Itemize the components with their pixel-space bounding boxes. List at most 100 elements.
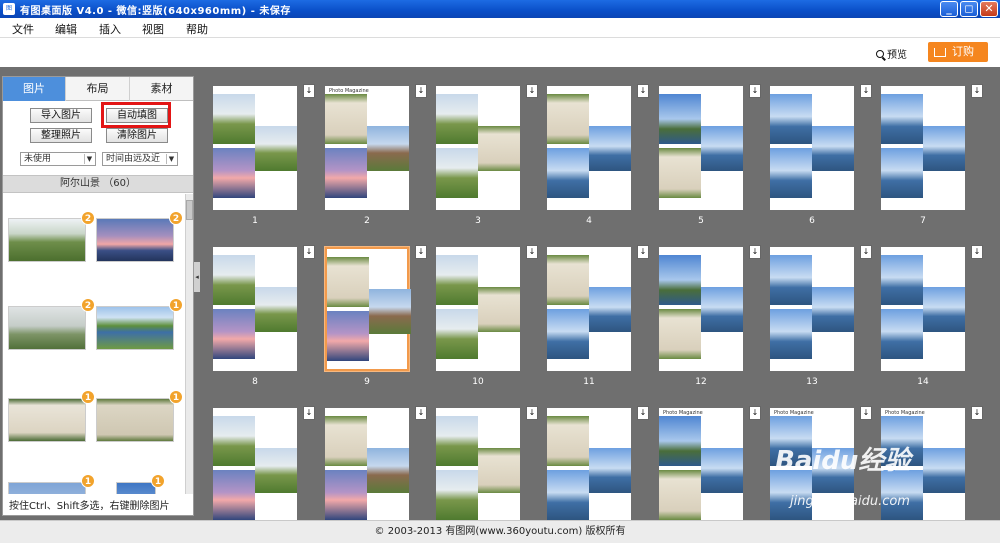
album-header[interactable]: 阿尔山景 （60） (3, 175, 193, 193)
page-thumbnail[interactable] (881, 86, 965, 210)
page-photo (770, 148, 812, 198)
order-button[interactable]: 订购 (928, 42, 988, 62)
page-download-icon[interactable]: ↓ (637, 406, 649, 420)
photo-thumbnail[interactable] (96, 398, 174, 442)
page-download-icon[interactable]: ↓ (637, 245, 649, 259)
page-photo (812, 287, 854, 332)
usage-badge: 1 (81, 390, 95, 404)
page-number: 4 (586, 216, 592, 226)
menu-edit[interactable]: 编辑 (55, 21, 77, 37)
page-download-icon[interactable]: ↓ (526, 406, 538, 420)
page-photo (770, 255, 812, 305)
page-thumbnail[interactable]: Photo Magazine (325, 86, 409, 210)
scrollbar-thumb[interactable] (186, 200, 193, 220)
page-thumbnail[interactable] (881, 247, 965, 371)
page-download-icon[interactable]: ↓ (971, 245, 983, 259)
page-thumbnail[interactable] (213, 247, 297, 371)
selection-hint: 按住Ctrl、Shift多选，右键删除图片 (9, 501, 170, 512)
page-number: 6 (809, 216, 815, 226)
preview-button[interactable]: 预览 (876, 46, 907, 61)
organize-photos-button[interactable]: 整理照片 (30, 128, 92, 143)
page-thumbnail[interactable] (325, 247, 411, 371)
usage-badge: 2 (81, 298, 95, 312)
page-download-icon[interactable]: ↓ (860, 245, 872, 259)
chevron-down-icon: ▼ (166, 154, 176, 164)
menu-view[interactable]: 视图 (142, 21, 164, 37)
page-photo (325, 148, 367, 198)
page-photo (213, 309, 255, 359)
page-thumbnail[interactable]: Photo Magazine (659, 408, 743, 520)
photo-thumbnail[interactable] (96, 306, 174, 350)
page-photo (436, 255, 478, 305)
page-thumbnail[interactable] (547, 86, 631, 210)
page-download-icon[interactable]: ↓ (303, 84, 315, 98)
tab-layout[interactable]: 布局 (66, 77, 130, 101)
filter-select[interactable]: 未使用 ▼ (20, 152, 96, 166)
page-thumbnail[interactable] (659, 247, 743, 371)
thumbnail-scrollbar[interactable] (185, 194, 193, 494)
page-download-icon[interactable]: ↓ (526, 245, 538, 259)
menu-bar: 文件 编辑 插入 视图 帮助 (0, 18, 1000, 38)
page-download-icon[interactable]: ↓ (749, 84, 761, 98)
page-photo (923, 287, 965, 332)
photo-thumbnail[interactable] (8, 398, 86, 442)
page-download-icon[interactable]: ↓ (749, 245, 761, 259)
page-thumbnail[interactable] (770, 86, 854, 210)
page-photo (436, 470, 478, 520)
close-button[interactable]: ✕ (980, 1, 998, 17)
page-thumbnail[interactable] (213, 408, 297, 520)
page-download-icon[interactable]: ↓ (637, 84, 649, 98)
page-photo (701, 448, 743, 493)
menu-insert[interactable]: 插入 (99, 21, 121, 37)
page-download-icon[interactable]: ↓ (303, 406, 315, 420)
page-thumbnail[interactable] (770, 247, 854, 371)
minimize-button[interactable]: _ (940, 1, 958, 17)
page-number: 7 (920, 216, 926, 226)
page-thumbnail[interactable] (436, 408, 520, 520)
tab-materials[interactable]: 素材 (130, 77, 193, 101)
page-photo (436, 94, 478, 144)
page-thumbnail[interactable] (547, 247, 631, 371)
page-download-icon[interactable]: ↓ (415, 84, 427, 98)
page-thumbnail[interactable] (213, 86, 297, 210)
page-photo (478, 287, 520, 332)
cart-icon (934, 47, 946, 57)
page-thumbnail[interactable] (547, 408, 631, 520)
photo-thumbnail[interactable] (8, 306, 86, 350)
page-photo (589, 126, 631, 171)
usage-badge: 1 (151, 474, 165, 488)
page-download-icon[interactable]: ↓ (526, 84, 538, 98)
menu-file[interactable]: 文件 (12, 21, 34, 37)
clear-photos-button[interactable]: 清除图片 (106, 128, 168, 143)
photo-thumbnail[interactable] (8, 218, 86, 262)
usage-badge: 2 (81, 211, 95, 225)
photo-thumbnail[interactable] (96, 218, 174, 262)
usage-badge: 1 (169, 390, 183, 404)
page-photo (327, 311, 369, 361)
restore-button[interactable]: ◻ (960, 1, 978, 17)
page-download-icon[interactable]: ↓ (415, 245, 427, 259)
photo-thumbnail[interactable] (116, 482, 156, 494)
usage-badge: 1 (169, 298, 183, 312)
page-download-icon[interactable]: ↓ (971, 406, 983, 420)
page-number: 2 (364, 216, 370, 226)
page-thumbnail[interactable] (436, 86, 520, 210)
tab-photos[interactable]: 图片 (3, 77, 66, 101)
page-thumbnail[interactable] (436, 247, 520, 371)
page-download-icon[interactable]: ↓ (860, 84, 872, 98)
menu-help[interactable]: 帮助 (186, 21, 208, 37)
sort-select[interactable]: 时间由远及近 ▼ (102, 152, 178, 166)
usage-badge: 2 (169, 211, 183, 225)
photo-thumbnail[interactable] (8, 482, 86, 494)
page-thumbnail[interactable] (659, 86, 743, 210)
page-thumbnail[interactable] (325, 408, 409, 520)
page-download-icon[interactable]: ↓ (415, 406, 427, 420)
import-photos-button[interactable]: 导入图片 (30, 108, 92, 123)
page-download-icon[interactable]: ↓ (860, 406, 872, 420)
page-download-icon[interactable]: ↓ (971, 84, 983, 98)
page-download-icon[interactable]: ↓ (749, 406, 761, 420)
page-download-icon[interactable]: ↓ (303, 245, 315, 259)
page-photo (367, 126, 409, 171)
collapse-panel-handle[interactable]: ◂ (194, 262, 200, 292)
page-photo (589, 448, 631, 493)
